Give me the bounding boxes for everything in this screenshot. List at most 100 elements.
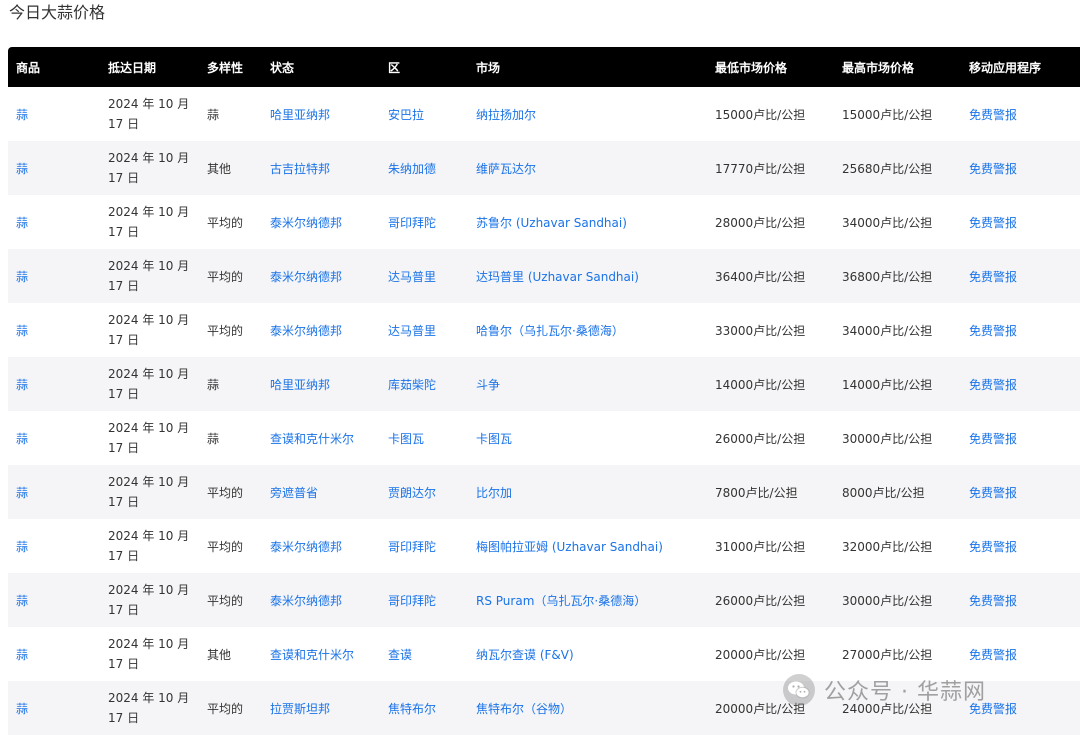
max-price-cell: 8000卢比/公担 <box>842 485 925 500</box>
district-link[interactable]: 库茹柴陀 <box>380 357 468 411</box>
market-link[interactable]: 卡图瓦 <box>468 411 707 465</box>
market-link[interactable]: 苏鲁尔 (Uzhavar Sandhai) <box>468 195 707 249</box>
variety-cell: 平均的 <box>207 701 244 716</box>
free-alert-link[interactable]: 免费警报 <box>961 303 1080 357</box>
market-link[interactable]: 比尔加 <box>468 465 707 519</box>
free-alert-link[interactable]: 免费警报 <box>961 195 1080 249</box>
free-alert-link[interactable]: 免费警报 <box>961 519 1080 573</box>
free-alert-link[interactable]: 免费警报 <box>961 141 1080 195</box>
variety-cell: 平均的 <box>207 539 244 554</box>
commodity-link[interactable]: 蒜 <box>8 141 100 195</box>
arrival-date-cell: 2024 年 10 月 17 日 <box>100 303 199 357</box>
arrival-date-line: 17 日 <box>108 495 140 509</box>
arrival-date-cell: 2024 年 10 月 17 日 <box>100 411 199 465</box>
arrival-date-line: 2024 年 10 月 <box>108 97 190 111</box>
market-link[interactable]: 纳瓦尔查谟 (F&V) <box>468 627 707 681</box>
commodity-link[interactable]: 蒜 <box>8 519 100 573</box>
arrival-date-line: 2024 年 10 月 <box>108 475 190 489</box>
variety-cell: 蒜 <box>207 107 220 122</box>
arrival-date-cell: 2024 年 10 月 17 日 <box>100 681 199 735</box>
header-mobile-app: 移动应用程序 <box>969 60 1042 75</box>
table-row: 蒜 2024 年 10 月 17 日 平均的 泰米尔纳德邦 哥印拜陀 RS Puram（乌扎… <box>8 573 1080 627</box>
commodity-link[interactable]: 蒜 <box>8 465 100 519</box>
market-link[interactable]: 达玛普里 (Uzhavar Sandhai) <box>468 249 707 303</box>
state-link[interactable]: 古吉拉特邦 <box>262 141 380 195</box>
table-row: 蒜 2024 年 10 月 17 日蒜哈里亚纳邦 安巴拉 纳拉扬加尔 15000卢比/公担… <box>8 87 1080 141</box>
district-link[interactable]: 查谟 <box>380 627 468 681</box>
state-link[interactable]: 查谟和克什米尔 <box>262 627 380 681</box>
min-price-cell: 26000卢比/公担 <box>715 431 806 446</box>
wechat-icon <box>783 674 815 706</box>
min-price-cell: 31000卢比/公担 <box>715 539 806 554</box>
max-price-cell: 15000卢比/公担 <box>842 107 933 122</box>
state-link[interactable]: 泰米尔纳德邦 <box>262 573 380 627</box>
district-link[interactable]: 达马普里 <box>380 249 468 303</box>
table-row: 蒜 2024 年 10 月 17 日 平均的 旁遮普省 贾朗达尔 比尔加 7800卢比/公担 8… <box>8 465 1080 519</box>
variety-cell: 其他 <box>207 647 232 662</box>
min-price-cell: 7800卢比/公担 <box>715 485 798 500</box>
district-link[interactable]: 安巴拉 <box>380 87 468 141</box>
commodity-link[interactable]: 蒜 <box>8 627 100 681</box>
commodity-link[interactable]: 蒜 <box>8 573 100 627</box>
min-price-cell: 36400卢比/公担 <box>715 269 806 284</box>
state-link[interactable]: 哈里亚纳邦 <box>262 357 380 411</box>
market-link[interactable]: 焦特布尔（谷物） <box>468 681 707 735</box>
state-link[interactable]: 泰米尔纳德邦 <box>262 249 380 303</box>
state-link[interactable]: 泰米尔纳德邦 <box>262 519 380 573</box>
free-alert-link[interactable]: 免费警报 <box>961 465 1080 519</box>
arrival-date-line: 2024 年 10 月 <box>108 205 190 219</box>
district-link[interactable]: 卡图瓦 <box>380 411 468 465</box>
arrival-date-line: 2024 年 10 月 <box>108 691 190 705</box>
variety-cell: 平均的 <box>207 269 244 284</box>
district-link[interactable]: 哥印拜陀 <box>380 573 468 627</box>
district-link[interactable]: 哥印拜陀 <box>380 195 468 249</box>
arrival-date-line: 17 日 <box>108 117 140 131</box>
arrival-date-cell: 2024 年 10 月 17 日 <box>100 195 199 249</box>
market-link[interactable]: 维萨瓦达尔 <box>468 141 707 195</box>
header-variety: 多样性 <box>207 60 244 75</box>
commodity-link[interactable]: 蒜 <box>8 249 100 303</box>
state-link[interactable]: 查谟和克什米尔 <box>262 411 380 465</box>
state-link[interactable]: 泰米尔纳德邦 <box>262 303 380 357</box>
arrival-date-line: 2024 年 10 月 <box>108 151 190 165</box>
district-link[interactable]: 焦特布尔 <box>380 681 468 735</box>
district-link[interactable]: 朱纳加德 <box>380 141 468 195</box>
max-price-cell: 32000卢比/公担 <box>842 539 933 554</box>
commodity-link[interactable]: 蒜 <box>8 303 100 357</box>
commodity-link[interactable]: 蒜 <box>8 87 100 141</box>
commodity-link[interactable]: 蒜 <box>8 357 100 411</box>
market-link[interactable]: 斗争 <box>468 357 707 411</box>
variety-cell: 平均的 <box>207 323 244 338</box>
commodity-link[interactable]: 蒜 <box>8 195 100 249</box>
state-link[interactable]: 旁遮普省 <box>262 465 380 519</box>
district-link[interactable]: 贾朗达尔 <box>380 465 468 519</box>
header-arrival-date: 抵达日期 <box>108 60 157 75</box>
header-state: 状态 <box>270 60 295 75</box>
arrival-date-line: 17 日 <box>108 279 140 293</box>
min-price-cell: 17770卢比/公担 <box>715 161 806 176</box>
arrival-date-line: 2024 年 10 月 <box>108 529 190 543</box>
state-link[interactable]: 哈里亚纳邦 <box>262 87 380 141</box>
market-link[interactable]: 梅图帕拉亚姆 (Uzhavar Sandhai) <box>468 519 707 573</box>
state-link[interactable]: 拉贾斯坦邦 <box>262 681 380 735</box>
free-alert-link[interactable]: 免费警报 <box>961 411 1080 465</box>
free-alert-link[interactable]: 免费警报 <box>961 573 1080 627</box>
market-link[interactable]: 哈鲁尔（乌扎瓦尔·桑德海） <box>468 303 707 357</box>
free-alert-link[interactable]: 免费警报 <box>961 87 1080 141</box>
variety-cell: 平均的 <box>207 593 244 608</box>
arrival-date-line: 17 日 <box>108 549 140 563</box>
commodity-link[interactable]: 蒜 <box>8 681 100 735</box>
market-link[interactable]: RS Puram（乌扎瓦尔·桑德海） <box>468 573 707 627</box>
commodity-link[interactable]: 蒜 <box>8 411 100 465</box>
watermark: 公众号 · 华蒜网 <box>782 673 986 707</box>
min-price-cell: 33000卢比/公担 <box>715 323 806 338</box>
watermark-text: 公众号 · 华蒜网 <box>824 680 986 705</box>
district-link[interactable]: 达马普里 <box>380 303 468 357</box>
district-link[interactable]: 哥印拜陀 <box>380 519 468 573</box>
free-alert-link[interactable]: 免费警报 <box>961 249 1080 303</box>
arrival-date-line: 2024 年 10 月 <box>108 367 190 381</box>
free-alert-link[interactable]: 免费警报 <box>961 357 1080 411</box>
state-link[interactable]: 泰米尔纳德邦 <box>262 195 380 249</box>
max-price-cell: 36800卢比/公担 <box>842 269 933 284</box>
market-link[interactable]: 纳拉扬加尔 <box>468 87 707 141</box>
